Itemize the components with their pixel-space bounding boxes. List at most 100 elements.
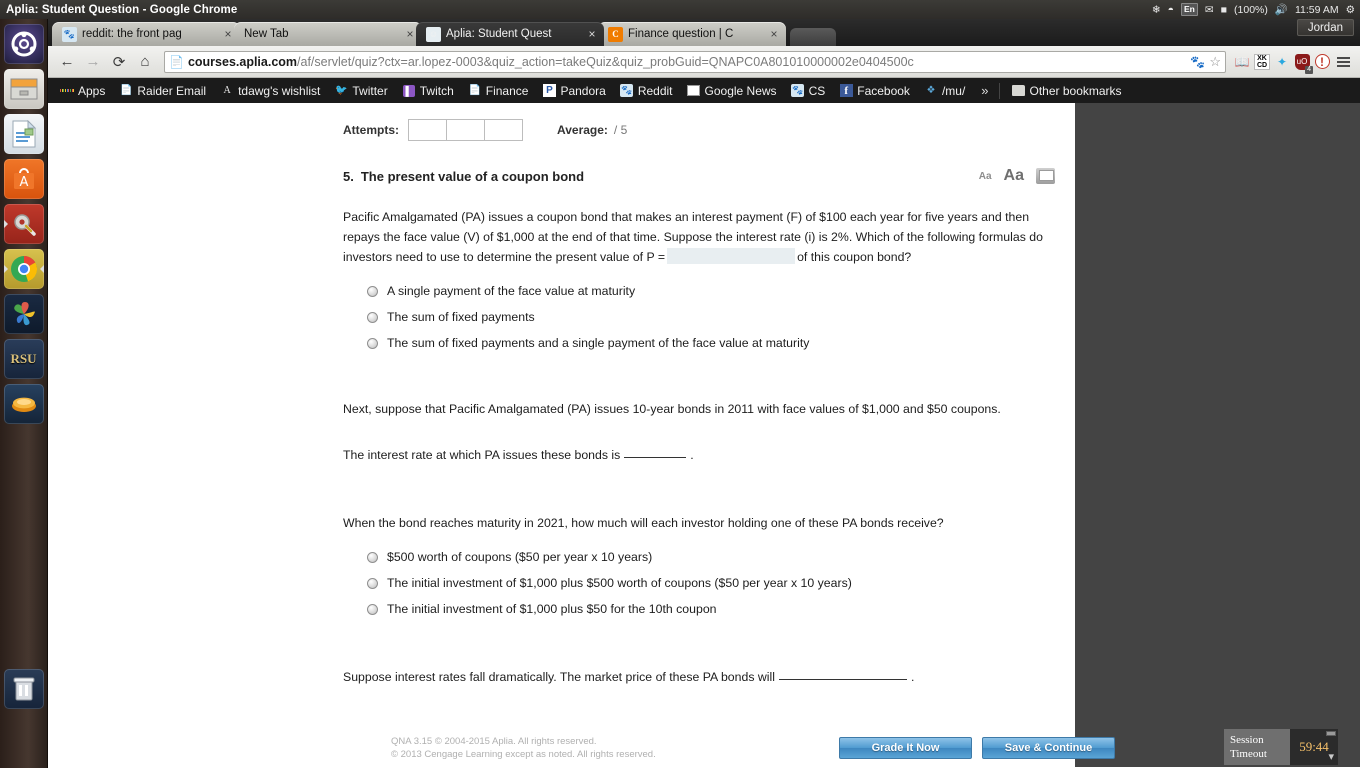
address-bar[interactable]: 📄 courses.aplia.com/af/servlet/quiz?ctx=… (164, 50, 1226, 73)
clock[interactable]: 11:59 AM (1295, 4, 1339, 16)
forward-button[interactable]: → (80, 50, 106, 74)
tab-close-icon[interactable]: × (222, 27, 234, 41)
tab-new-tab[interactable]: New Tab × (234, 22, 422, 46)
minimize-icon[interactable] (1326, 731, 1336, 736)
dictionary-extension-icon[interactable]: 📖 (1232, 51, 1252, 73)
bookmark-finance[interactable]: 📄 Finance (462, 82, 535, 100)
facebook-icon: f (839, 84, 853, 98)
bookmark-tdawgs-wishlist[interactable]: A tdawg's wishlist (214, 82, 326, 100)
radio-button-icon[interactable] (367, 577, 378, 589)
choice-group-2: $500 worth of coupons ($50 per year x 10… (343, 547, 1053, 619)
font-increase-button[interactable]: Aa (1004, 167, 1024, 185)
bookmark-reddit[interactable]: 🐾 Reddit (614, 82, 679, 100)
radio-button-icon[interactable] (367, 311, 378, 323)
save-and-continue-button[interactable]: Save & Continue (982, 737, 1115, 759)
bookmark-label: Reddit (637, 83, 673, 98)
bookmark-pandora[interactable]: P Pandora (536, 82, 611, 100)
new-tab-button[interactable] (790, 28, 836, 46)
present-value-input[interactable] (667, 248, 796, 264)
choice-option[interactable]: The sum of fixed payments and a single p… (367, 333, 1053, 353)
mail-icon[interactable]: ✉ (1205, 4, 1214, 16)
radio-button-icon[interactable] (367, 337, 378, 349)
reddit-enhancement-icon[interactable]: 🐾 (1190, 55, 1205, 69)
tab-title: Finance question | C (628, 28, 734, 40)
bookmark-twitter[interactable]: 🐦 Twitter (328, 82, 393, 100)
tab-title: reddit: the front pag (82, 28, 182, 40)
bookmark-google-news[interactable]: Google News (681, 82, 783, 100)
tab-aplia[interactable]: ☺ Aplia: Student Quest × (416, 22, 604, 46)
alert-extension-icon[interactable]: ! (1312, 51, 1332, 73)
tab-close-icon[interactable]: × (586, 27, 598, 41)
market-price-dropdown[interactable] (778, 679, 907, 680)
question-header: 5. The present value of a coupon bond Aa … (48, 145, 1075, 185)
bookmark-star-icon[interactable]: ☆ (1209, 54, 1221, 70)
radio-button-icon[interactable] (367, 551, 378, 563)
ubuntu-logo-icon (11, 31, 36, 57)
chrome-menu-button[interactable] (1332, 56, 1354, 67)
url-path: /af/servlet/quiz?ctx=ar.lopez-0003&quiz_… (297, 54, 914, 69)
launcher-item-ubuntu-dash[interactable] (3, 24, 44, 64)
bluetooth-icon[interactable]: ❄ (1152, 4, 1161, 16)
interest-rate-dropdown[interactable] (624, 457, 687, 458)
prompt-4-text: When the bond reaches maturity in 2021, … (343, 516, 944, 530)
launcher-item-system-settings[interactable] (3, 204, 44, 244)
launcher-item-libreoffice-writer[interactable] (3, 114, 44, 154)
choice-option[interactable]: The initial investment of $1,000 plus $5… (367, 599, 1053, 619)
google-news-icon (687, 84, 701, 98)
bookmark-label: Twitter (352, 83, 388, 98)
xkcd-extension-icon[interactable]: XK CD (1252, 51, 1272, 73)
keyboard-layout-indicator[interactable]: En (1181, 3, 1198, 16)
ublock-origin-extension-icon[interactable]: uO 4 (1292, 51, 1313, 74)
chevron-down-icon[interactable]: ▾ (1328, 750, 1334, 763)
launcher-item-google-chrome[interactable] (3, 249, 44, 289)
launcher-item-amber-app[interactable] (3, 384, 44, 424)
radio-button-icon[interactable] (367, 603, 378, 615)
tab-title: New Tab (244, 28, 289, 40)
print-icon[interactable] (1036, 168, 1055, 184)
tab-reddit[interactable]: 🐾 reddit: the front pag × (52, 22, 240, 46)
launcher-item-rsu[interactable]: RSU (3, 339, 44, 379)
choice-option[interactable]: A single payment of the face value at ma… (367, 281, 1053, 301)
choice-label: The initial investment of $1,000 plus $5… (387, 576, 852, 590)
choice-option[interactable]: The sum of fixed payments (367, 307, 1053, 327)
blue-extension-icon[interactable]: ✦ (1272, 51, 1292, 73)
user-menu[interactable]: Jordan (1296, 19, 1354, 36)
bookmark-apps[interactable]: Apps (54, 82, 111, 100)
bookmarks-bar: Apps 📄 Raider Email A tdawg's wishlist 🐦… (48, 78, 1360, 103)
launcher-item-trash[interactable] (3, 669, 44, 709)
wifi-icon[interactable]: ◓ (1168, 4, 1174, 16)
bookmark-raider-email[interactable]: 📄 Raider Email (113, 82, 212, 100)
launcher-running-indicator-left (3, 265, 8, 273)
bookmark-cs[interactable]: 🐾 CS (785, 82, 832, 100)
volume-icon[interactable]: 🔊 (1275, 3, 1288, 16)
launcher-item-files[interactable] (3, 69, 44, 109)
gear-icon[interactable]: ⚙ (1346, 4, 1355, 16)
attempts-row: Attempts: Average: / 5 (48, 115, 1075, 145)
bookmark-mu[interactable]: ❖ /mu/ (918, 82, 971, 100)
launcher-item-ubuntu-software-center[interactable]: A (3, 159, 44, 199)
launcher-focus-indicator-right (39, 265, 44, 273)
launcher-item-pinwheel-app[interactable] (3, 294, 44, 334)
reload-button[interactable]: ⟳ (106, 50, 132, 74)
tab-close-icon[interactable]: × (404, 27, 416, 41)
page-icon: 📄 (120, 85, 133, 96)
bookmarks-overflow-button[interactable]: » (977, 83, 992, 98)
back-button[interactable]: ← (54, 50, 80, 74)
session-timeout-label-line1: Session (1230, 734, 1264, 746)
bookmark-twitch[interactable]: ▌ Twitch (396, 82, 460, 100)
tab-chegg[interactable]: C Finance question | C × (598, 22, 786, 46)
tab-close-icon[interactable]: × (768, 27, 780, 41)
grade-it-now-button[interactable]: Grade It Now (839, 737, 972, 759)
attempt-box-2 (446, 119, 485, 141)
choice-option[interactable]: $500 worth of coupons ($50 per year x 10… (367, 547, 1053, 567)
choice-option[interactable]: The initial investment of $1,000 plus $5… (367, 573, 1053, 593)
reddit-favicon-icon: 🐾 (62, 26, 77, 42)
other-bookmarks-folder[interactable]: Other bookmarks (1006, 82, 1128, 100)
page-info-icon[interactable]: 📄 (169, 55, 184, 69)
home-button[interactable]: ⌂ (132, 50, 158, 74)
font-decrease-button[interactable]: Aa (979, 171, 992, 182)
battery-icon[interactable]: ■ (1221, 4, 1227, 16)
bookmark-facebook[interactable]: f Facebook (833, 82, 916, 100)
choice-group-1: A single payment of the face value at ma… (343, 281, 1053, 353)
radio-button-icon[interactable] (367, 285, 378, 297)
